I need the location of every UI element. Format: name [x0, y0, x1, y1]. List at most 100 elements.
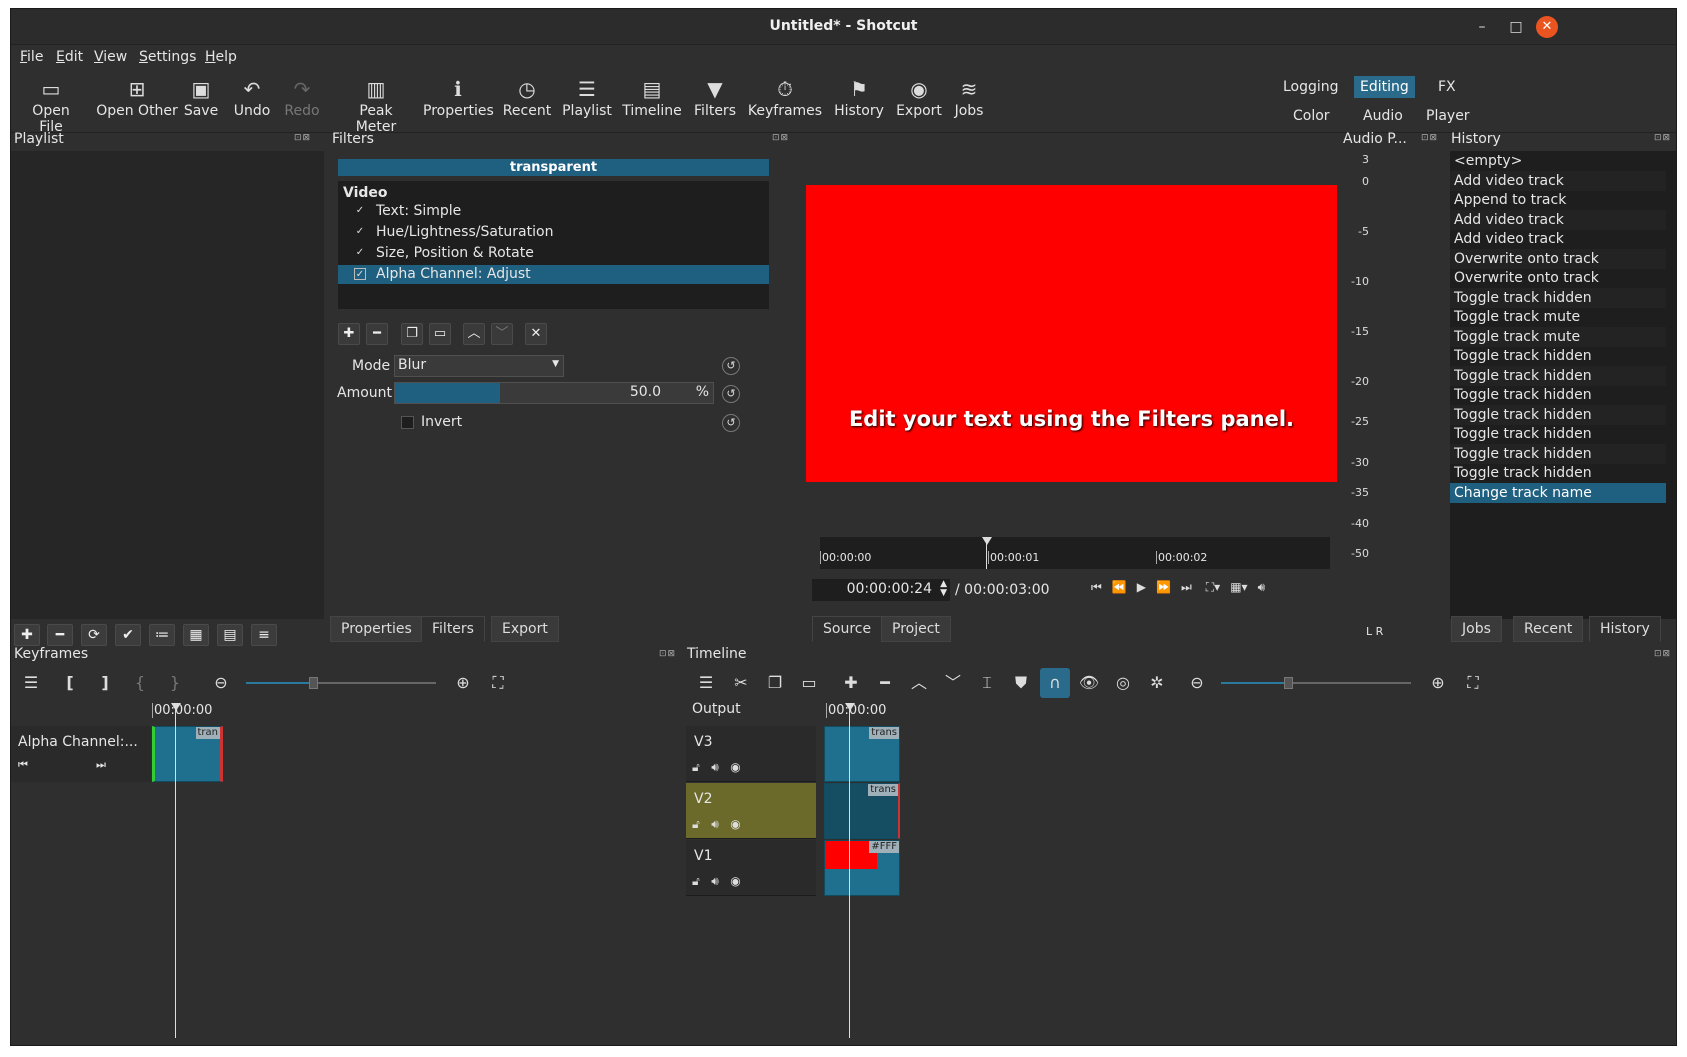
- timeline-playhead-marker[interactable]: [845, 703, 855, 711]
- menu-settings[interactable]: Settings: [139, 49, 196, 65]
- add-filter-button[interactable]: ✚: [338, 323, 360, 345]
- history-item[interactable]: Toggle track hidden: [1450, 424, 1666, 444]
- playlist-area[interactable]: [11, 151, 324, 619]
- trim-out-icon[interactable]: ]: [90, 668, 120, 698]
- remove-filter-button[interactable]: ━: [366, 323, 388, 345]
- audio-dock-controls[interactable]: ⊡⊠: [1421, 133, 1438, 143]
- playlist-dock-controls[interactable]: ⊡⊠: [294, 133, 311, 143]
- grid-icon[interactable]: ▦▾: [1230, 580, 1247, 594]
- append-icon[interactable]: ✚: [836, 668, 866, 698]
- tab-filters[interactable]: Filters: [421, 616, 485, 642]
- undo-button[interactable]: ↶ Undo: [233, 75, 271, 119]
- current-time-field[interactable]: 00:00:00:24 ▲ ▼: [812, 579, 950, 601]
- mode-reset-icon[interactable]: ↺: [722, 357, 740, 375]
- split-icon[interactable]: ⌶: [972, 668, 1002, 698]
- rewind-icon[interactable]: ⏪: [1112, 580, 1127, 594]
- recent-button[interactable]: ◷ Recent: [501, 75, 553, 119]
- tab-jobs[interactable]: Jobs: [1451, 616, 1502, 642]
- filters-list[interactable]: Video ✓ Text: Simple ✓ Hue/Lightness/Satur…: [338, 181, 769, 309]
- timeline-zoom-out-icon[interactable]: ⊖: [1182, 668, 1212, 698]
- history-item[interactable]: Add video track: [1450, 229, 1666, 249]
- ripple-icon[interactable]: ◎: [1108, 668, 1138, 698]
- playlist-update-button[interactable]: ⟳: [81, 624, 107, 646]
- timeline-clip-v1[interactable]: #FFF: [824, 840, 900, 896]
- close-button[interactable]: ✕: [1536, 16, 1558, 38]
- timeline-dock-controls[interactable]: ⊡⊠: [1654, 649, 1671, 659]
- history-item[interactable]: Toggle track hidden: [1450, 443, 1666, 464]
- zoom-fit-icon[interactable]: ⛶: [483, 668, 513, 698]
- keyframes-menu-icon[interactable]: ☰: [16, 668, 46, 698]
- layout-editing[interactable]: Editing: [1354, 76, 1415, 98]
- paste-filter-button[interactable]: ▭: [429, 323, 451, 345]
- keyframes-track-head[interactable]: Alpha Channel:... ⏮ ⏭: [11, 726, 151, 782]
- timeline-clip-v3[interactable]: trans: [824, 726, 900, 782]
- deselect-filter-button[interactable]: ✕: [525, 323, 547, 345]
- lock-icon[interactable]: 🔓︎: [692, 760, 700, 774]
- keyframes-zoom-slider[interactable]: [246, 677, 436, 689]
- filter-checkbox[interactable]: ✓: [354, 205, 366, 217]
- eye-icon[interactable]: ◉: [730, 760, 740, 774]
- history-item[interactable]: Add video track: [1450, 209, 1666, 230]
- history-list[interactable]: <empty> Add video track Append to track Add…: [1450, 151, 1676, 619]
- filter-checkbox[interactable]: ✓: [354, 226, 366, 238]
- layout-player[interactable]: Player: [1420, 105, 1476, 127]
- playlist-tiles-view-button[interactable]: ▦: [183, 624, 209, 646]
- copy-filter-button[interactable]: ❐: [401, 323, 423, 345]
- history-item[interactable]: Add video track: [1450, 170, 1666, 191]
- next-keyframe-icon[interactable]: ⏭: [96, 758, 106, 772]
- overwrite-icon[interactable]: ﹀: [938, 668, 968, 698]
- history-item[interactable]: Append to track: [1450, 190, 1666, 210]
- tab-source[interactable]: Source: [812, 616, 883, 642]
- ripple-all-icon[interactable]: ✲: [1142, 668, 1172, 698]
- invert-checkbox[interactable]: [401, 416, 414, 429]
- tab-export[interactable]: Export: [491, 616, 559, 642]
- layout-fx[interactable]: FX: [1432, 76, 1462, 98]
- history-item[interactable]: Toggle track hidden: [1450, 287, 1666, 308]
- menu-edit[interactable]: Edit: [56, 49, 83, 65]
- history-item[interactable]: Toggle track mute: [1450, 307, 1666, 327]
- tab-properties[interactable]: Properties: [330, 616, 423, 642]
- player-ruler[interactable]: 00:00:00 00:00:01 00:00:02: [820, 537, 1330, 569]
- animate-out-icon[interactable]: }: [160, 668, 190, 698]
- export-button[interactable]: ◉ Export: [895, 75, 943, 119]
- history-item[interactable]: Overwrite onto track: [1450, 268, 1666, 288]
- mute-icon[interactable]: 🔊︎: [711, 760, 719, 774]
- filters-button[interactable]: ▼ Filters: [691, 75, 739, 119]
- history-dock-controls[interactable]: ⊡⊠: [1654, 133, 1671, 143]
- timeline-zoom-fit-icon[interactable]: ⛶: [1458, 668, 1488, 698]
- playlist-add-button[interactable]: ✚: [14, 624, 40, 646]
- layout-color[interactable]: Color: [1287, 105, 1336, 127]
- zoom-in-icon[interactable]: ⊕: [448, 668, 478, 698]
- mode-select[interactable]: Blur ▼: [394, 355, 564, 377]
- tab-history[interactable]: History: [1589, 616, 1661, 642]
- filter-checkbox[interactable]: ✓: [354, 268, 366, 280]
- amount-slider[interactable]: 50.0 %: [394, 382, 714, 404]
- video-preview[interactable]: Edit your text using the Filters panel.: [806, 185, 1337, 482]
- peak-meter-button[interactable]: ▥ Peak Meter: [337, 75, 415, 135]
- eye-icon[interactable]: ◉: [730, 874, 740, 888]
- save-button[interactable]: ▣ Save: [183, 75, 219, 119]
- tab-project[interactable]: Project: [881, 616, 951, 642]
- spin-arrows-icon[interactable]: ▲ ▼: [940, 580, 947, 598]
- scrub-icon[interactable]: 👁︎: [1074, 668, 1104, 698]
- mute-icon[interactable]: 🔊︎: [711, 874, 719, 888]
- play-icon[interactable]: ▶: [1137, 580, 1146, 594]
- move-filter-up-button[interactable]: ︿: [463, 323, 485, 345]
- keyframes-button[interactable]: ⏱ Keyframes: [747, 75, 823, 119]
- filter-item[interactable]: ✓ Size, Position & Rotate: [338, 244, 769, 263]
- timeline-button[interactable]: ▤ Timeline: [621, 75, 683, 119]
- mute-icon[interactable]: 🔊︎: [711, 817, 719, 831]
- menu-view[interactable]: View: [94, 49, 127, 65]
- skip-end-icon[interactable]: ⏭: [1181, 580, 1192, 594]
- history-item[interactable]: <empty>: [1450, 151, 1666, 171]
- playlist-menu-button[interactable]: ≡: [251, 624, 277, 646]
- playlist-icons-view-button[interactable]: ▤: [217, 624, 243, 646]
- history-item[interactable]: Toggle track hidden: [1450, 404, 1666, 425]
- layout-audio[interactable]: Audio: [1357, 105, 1409, 127]
- track-head-v1[interactable]: V1 🔓︎ 🔊︎ ◉: [686, 840, 816, 896]
- snap-icon[interactable]: ∩: [1040, 668, 1070, 698]
- timeline-clip-v2[interactable]: trans: [824, 783, 900, 839]
- filters-dock-controls[interactable]: ⊡⊠: [772, 133, 789, 143]
- filter-item-selected[interactable]: ✓ Alpha Channel: Adjust: [338, 265, 769, 284]
- history-button[interactable]: ⚑ History: [831, 75, 887, 119]
